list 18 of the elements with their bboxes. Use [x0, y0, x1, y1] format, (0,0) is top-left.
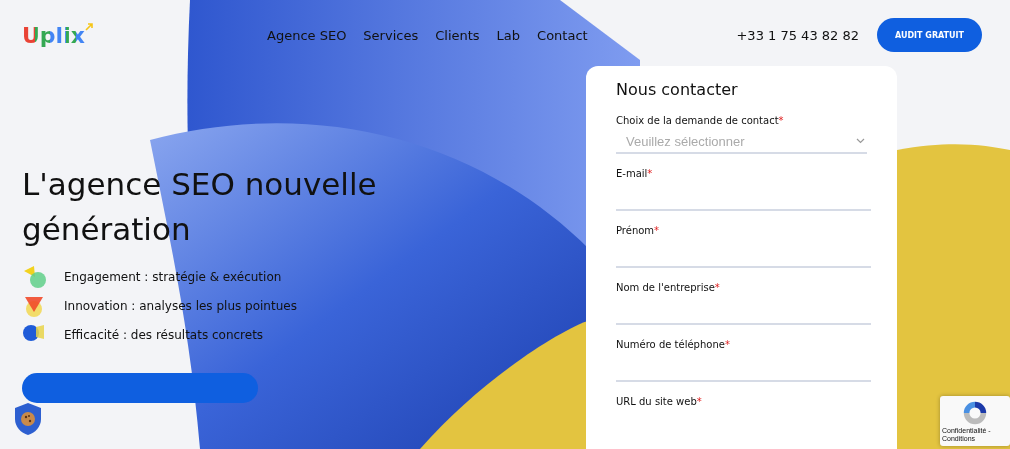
chevron-down-icon — [856, 138, 865, 144]
nav-link[interactable]: Contact — [537, 27, 588, 43]
shapes-icon — [22, 264, 48, 289]
field-label: Prénom* — [616, 225, 661, 236]
uplix-logo[interactable]: Uplix — [22, 22, 267, 48]
nav-link[interactable]: Lab — [496, 27, 521, 43]
audit-button[interactable]: AUDIT GRATUIT — [877, 18, 982, 52]
nav-link[interactable]: Services — [363, 27, 419, 43]
form-title: Nous contacter — [616, 80, 739, 99]
nav-link[interactable]: Agence SEO — [267, 27, 347, 43]
field-label: URL du site web* — [616, 396, 703, 407]
phone-link[interactable]: +33 1 75 43 82 82 — [736, 27, 859, 43]
nav-link[interactable]: Clients — [435, 27, 480, 43]
field-label: E-mail* — [616, 168, 654, 179]
field-label: Nom de l'entreprise* — [616, 282, 721, 293]
field-label: Choix de la demande de contact* — [616, 115, 785, 126]
field-label: Numéro de téléphone* — [616, 339, 731, 350]
cookie-shield-icon[interactable] — [14, 402, 42, 436]
